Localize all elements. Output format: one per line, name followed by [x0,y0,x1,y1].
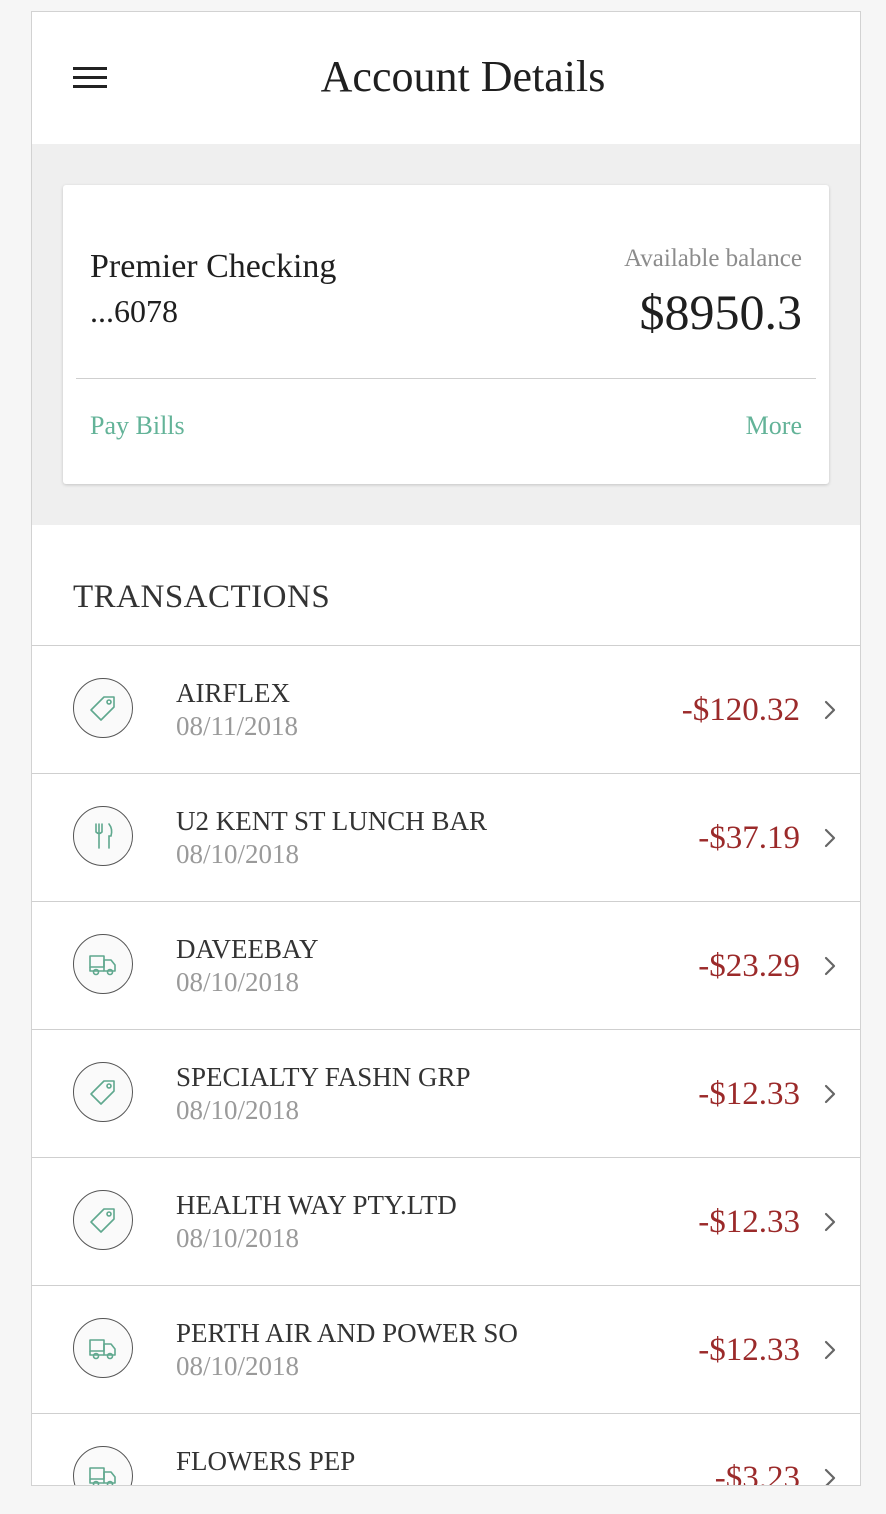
transaction-merchant: AIRFLEX [176,678,290,708]
tag-icon [73,1062,133,1122]
account-summary-panel: Premier Checking ...6078 Available balan… [32,144,860,525]
cutlery-icon [73,806,133,866]
chevron-right-icon [824,956,836,976]
chevron-right-icon [824,1468,836,1485]
transaction-merchant: FLOWERS PEP [176,1446,356,1476]
transaction-amount: -$12.33 [698,1076,800,1112]
account-card: Premier Checking ...6078 Available balan… [63,185,829,484]
transaction-amount: -$37.19 [698,820,800,856]
more-link[interactable]: More [746,409,802,443]
transaction-row[interactable]: AIRFLEX 08/11/2018 -$120.32 [32,646,860,774]
transaction-amount: -$3.23 [714,1460,800,1486]
chevron-right-icon [824,700,836,720]
transaction-row[interactable]: FLOWERS PEP08/10/2018 -$3.23 [32,1414,860,1486]
transaction-row[interactable]: U2 KENT ST LUNCH BAR 08/10/2018 -$37.19 [32,774,860,902]
transaction-merchant: HEALTH WAY PTY.LTD [176,1190,457,1220]
transaction-row[interactable]: DAVEEBAY 08/10/2018 -$23.29 [32,902,860,1030]
delivery-truck-icon [73,1446,133,1485]
tag-icon [73,678,133,738]
transaction-date: 08/10/2018 [176,967,300,997]
transaction-date: 08/10/2018 [176,1351,300,1381]
transactions-header: TRANSACTIONS [32,525,860,646]
transaction-row[interactable]: SPECIALTY FASHN GRP 08/10/2018 -$12.33 [32,1030,860,1158]
transaction-merchant: DAVEEBAY [176,934,319,964]
transaction-merchant: PERTH AIR AND POWER SO [176,1318,518,1348]
chevron-right-icon [824,1340,836,1360]
chevron-right-icon [824,1084,836,1104]
pay-bills-link[interactable]: Pay Bills [90,409,185,443]
chevron-right-icon [824,828,836,848]
card-divider [76,378,816,379]
transaction-amount: -$120.32 [681,692,800,728]
transaction-row[interactable]: HEALTH WAY PTY.LTD 08/10/2018 -$12.33 [32,1158,860,1286]
transaction-amount: -$12.33 [698,1204,800,1240]
transaction-date: 08/10/2018 [176,839,300,869]
transaction-date: 08/10/2018 [176,1223,300,1253]
app-header: Account Details [32,12,860,144]
transaction-list: AIRFLEX 08/11/2018 -$120.32 U2 KENT ST LUNC… [32,646,860,1486]
transaction-merchant: U2 KENT ST LUNCH BAR [176,806,488,836]
account-name: Premier Checking [90,248,337,285]
transactions-heading: TRANSACTIONS [73,579,331,615]
app-window: Account Details Premier Checking ...6078… [31,11,861,1486]
chevron-right-icon [824,1212,836,1232]
account-number: ...6078 [90,293,178,329]
tag-icon [73,1190,133,1250]
delivery-truck-icon [73,934,133,994]
transaction-merchant: SPECIALTY FASHN GRP [176,1062,471,1092]
transaction-date: 08/11/2018 [176,711,299,741]
available-balance-label: Available balance [624,245,802,272]
transaction-amount: -$12.33 [698,1332,800,1368]
transaction-date: 08/10/2018 [176,1477,299,1485]
available-balance-value: $8950.3 [639,284,803,340]
transaction-row[interactable]: PERTH AIR AND POWER SO 08/10/2018 -$12.33 [32,1286,860,1414]
transaction-date: 08/10/2018 [176,1095,300,1125]
page-title: Account Details [320,52,606,101]
transaction-amount: -$23.29 [698,948,800,984]
delivery-truck-icon [73,1318,133,1378]
